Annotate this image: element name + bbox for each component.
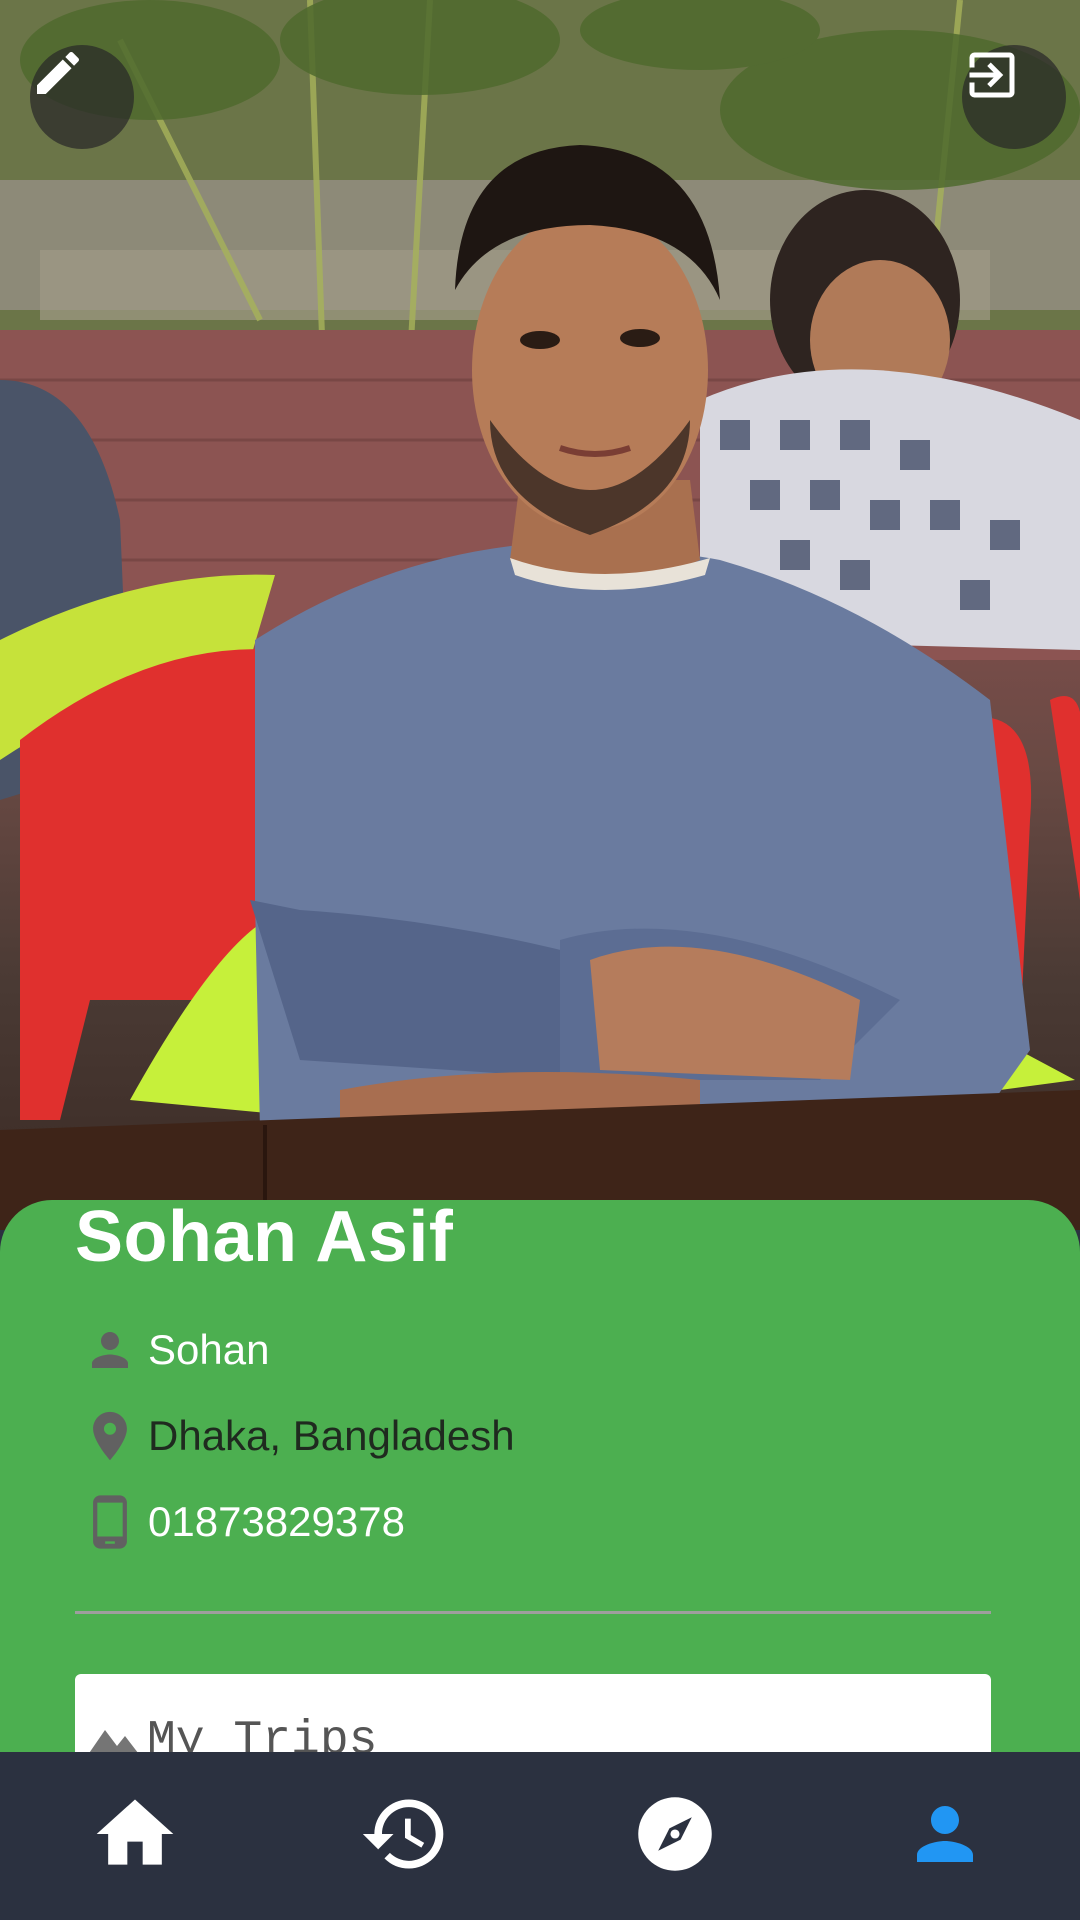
phone-icon	[80, 1492, 140, 1552]
phone-text: 01873829378	[148, 1498, 405, 1545]
compass-icon	[633, 1792, 717, 1881]
nav-home[interactable]	[0, 1752, 270, 1920]
nav-history[interactable]	[270, 1752, 540, 1920]
username-row: Sohan	[80, 1315, 269, 1385]
edit-profile-button[interactable]	[30, 45, 134, 149]
person-icon	[903, 1792, 987, 1881]
home-icon	[89, 1788, 181, 1885]
profile-photo	[0, 0, 1080, 1230]
nav-profile[interactable]	[810, 1752, 1080, 1920]
nav-explore[interactable]	[540, 1752, 810, 1920]
profile-card: Sohan Asif Sohan Dhaka, Bangladesh 01873…	[0, 1197, 1080, 1794]
location-row: Dhaka, Bangladesh	[80, 1401, 515, 1471]
history-icon	[359, 1788, 451, 1885]
bottom-navigation	[0, 1752, 1080, 1920]
username-text: Sohan	[148, 1326, 270, 1373]
location-text: Dhaka, Bangladesh	[148, 1412, 515, 1459]
divider	[75, 1611, 991, 1614]
logout-button[interactable]	[962, 45, 1066, 149]
phone-row: 01873829378	[80, 1487, 405, 1557]
person-icon	[80, 1320, 140, 1380]
profile-name: Sohan Asif	[75, 1197, 454, 1277]
location-pin-icon	[80, 1406, 140, 1466]
